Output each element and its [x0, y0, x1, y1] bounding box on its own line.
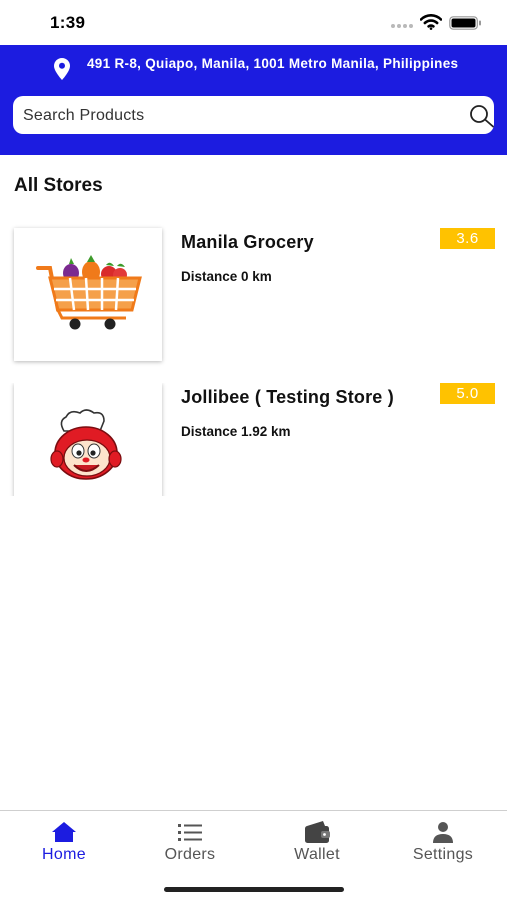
status-bar: 1:39 [0, 0, 507, 45]
list-icon [178, 824, 202, 841]
store-name: Jollibee ( Testing Store ) [181, 387, 394, 407]
tab-orders[interactable]: Orders [127, 811, 253, 871]
section-title: All Stores [14, 175, 103, 196]
delivery-address[interactable]: 491 R-8, Quiapo, Manila, 1001 Metro Mani… [87, 56, 467, 71]
wifi-icon [420, 14, 442, 30]
tab-home[interactable]: Home [1, 811, 127, 871]
tab-label-settings: Settings [412, 846, 474, 863]
store-distance: Distance 0 km [181, 269, 272, 284]
store-card[interactable]: Manila Grocery Distance 0 km 3.6 [0, 228, 507, 363]
search-icon[interactable] [469, 104, 495, 128]
store-distance: Distance 1.92 km [181, 424, 291, 439]
tab-label-home: Home [42, 846, 86, 863]
store-name: Manila Grocery [181, 232, 314, 252]
battery-icon [449, 16, 481, 30]
header: 491 R-8, Quiapo, Manila, 1001 Metro Mani… [0, 45, 507, 155]
person-icon [433, 822, 453, 843]
tab-wallet[interactable]: Wallet [254, 811, 380, 871]
wallet-icon [305, 821, 330, 843]
search-bar[interactable] [13, 96, 494, 134]
search-input[interactable] [23, 105, 443, 127]
store-rating-badge: 3.6 [440, 228, 495, 249]
home-icon [52, 822, 76, 842]
tab-label-orders: Orders [164, 846, 216, 863]
bottom-tab-bar: Home Orders Wallet Settings [0, 810, 507, 900]
cellular-signal-icon [391, 24, 413, 30]
store-card[interactable]: Jollibee ( Testing Store ) Distance 1.92… [0, 383, 507, 496]
tab-settings[interactable]: Settings [380, 811, 506, 871]
location-pin-icon[interactable] [54, 58, 70, 80]
status-time: 1:39 [50, 13, 86, 32]
tab-label-wallet: Wallet [294, 846, 340, 863]
home-indicator[interactable] [164, 887, 344, 892]
store-thumbnail[interactable] [14, 383, 162, 496]
store-thumbnail[interactable] [14, 228, 162, 361]
jollibee-mascot-icon [50, 409, 122, 480]
shopping-cart-vegetables-icon [36, 255, 142, 330]
store-rating-badge: 5.0 [440, 383, 495, 404]
